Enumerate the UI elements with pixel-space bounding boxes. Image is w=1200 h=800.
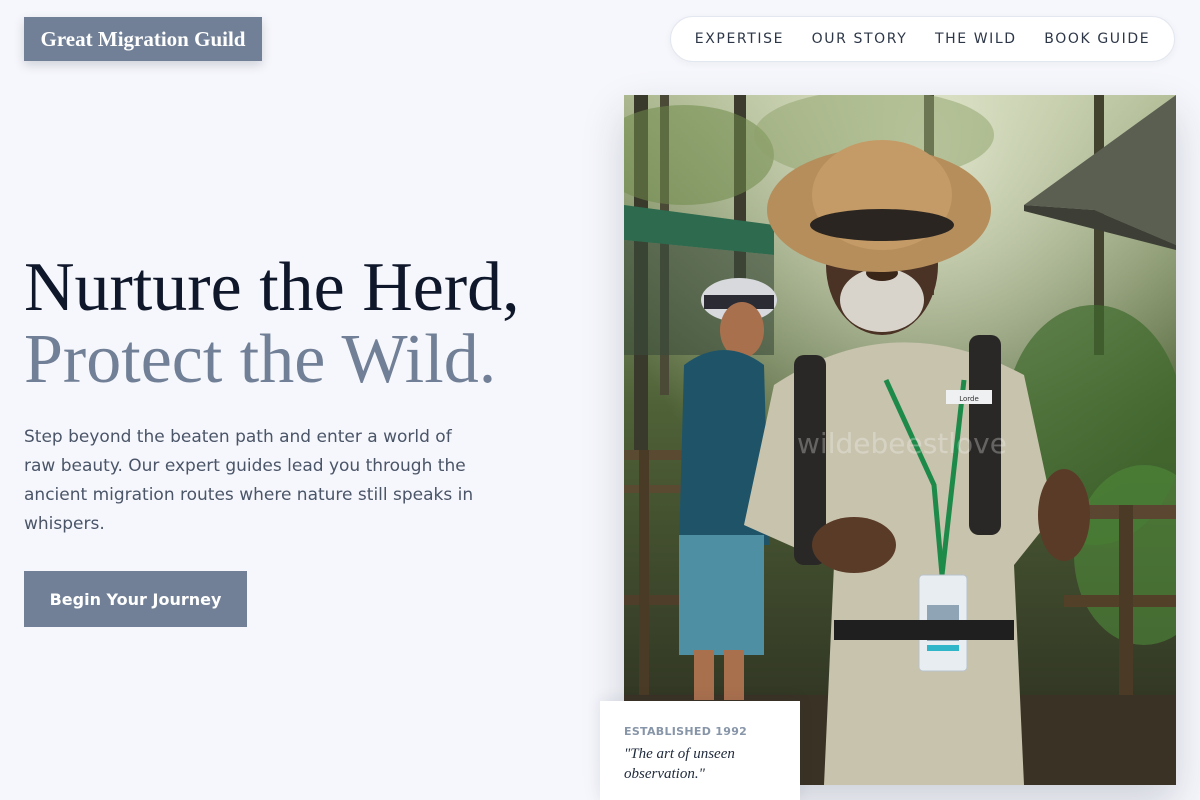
- nav-item-our-story[interactable]: OUR STORY: [812, 31, 908, 47]
- hero-headline: Nurture the Herd, Protect the Wild.: [24, 252, 520, 396]
- brand-logo[interactable]: Great Migration Guild: [24, 17, 262, 61]
- main-nav: EXPERTISE OUR STORY THE WILD BOOK GUIDE: [670, 16, 1175, 62]
- photo-watermark: wildebeestlove: [797, 427, 1007, 460]
- guide-name-tag: Lorde: [959, 395, 979, 403]
- hero-photo: Lorde wildebeestlove: [624, 95, 1176, 785]
- hero-description: Step beyond the beaten path and enter a …: [24, 427, 474, 534]
- page: Great Migration Guild EXPERTISE OUR STOR…: [0, 0, 1200, 800]
- established-card: ESTABLISHED 1992 "The art of unseen obse…: [600, 701, 800, 800]
- nav-item-book-guide[interactable]: BOOK GUIDE: [1044, 31, 1150, 47]
- guide-photo-illustration: Lorde wildebeestlove: [624, 95, 1176, 785]
- tagline-quote: "The art of unseen observation.": [624, 746, 735, 782]
- nav-item-the-wild[interactable]: THE WILD: [935, 31, 1017, 47]
- begin-journey-button[interactable]: Begin Your Journey: [24, 571, 247, 627]
- established-label: ESTABLISHED 1992: [624, 725, 748, 738]
- nav-item-expertise[interactable]: EXPERTISE: [695, 31, 784, 47]
- headline-line-2: Protect the Wild.: [24, 321, 497, 398]
- headline-line-1: Nurture the Herd,: [24, 249, 520, 326]
